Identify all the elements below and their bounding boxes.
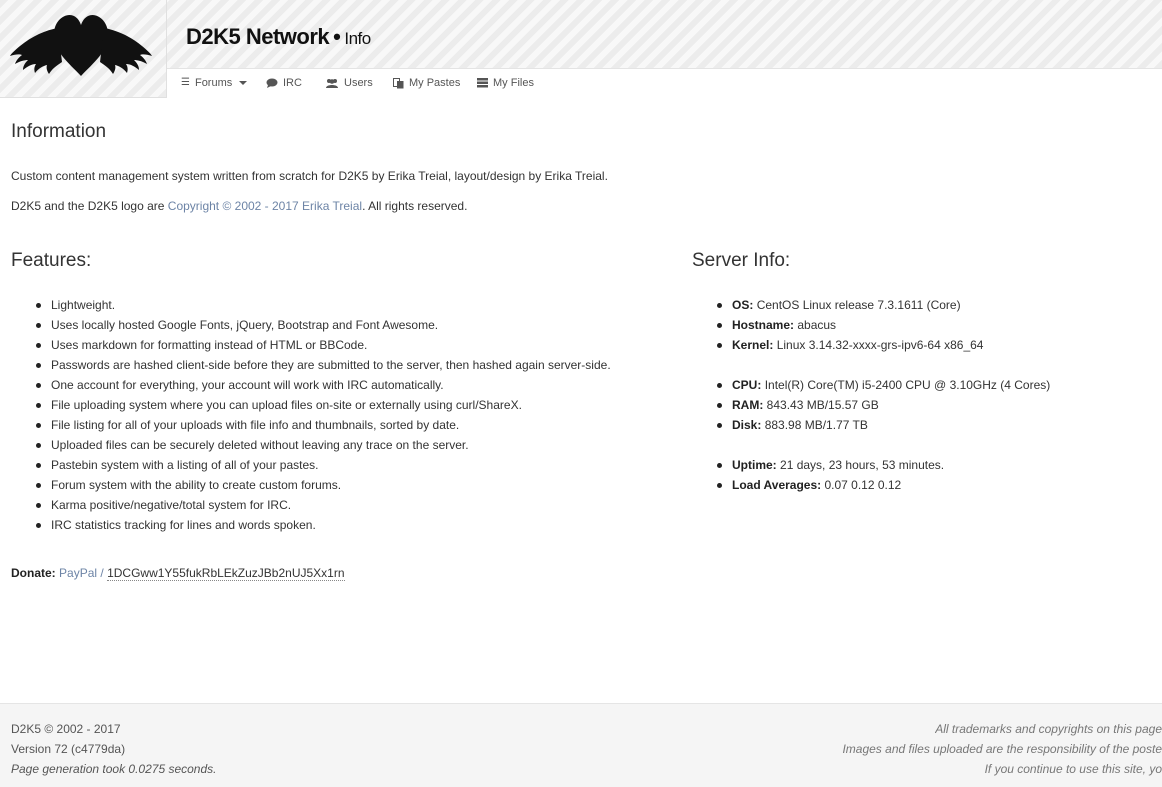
nav-files-label: My Files <box>493 77 534 89</box>
load-label: Load Averages: <box>732 478 822 492</box>
feature-item: Uses markdown for formatting instead of … <box>11 335 611 355</box>
load-value: 0.07 0.12 0.12 <box>824 478 902 492</box>
nav-irc-label: IRC <box>283 77 302 89</box>
server-uptime: Uptime: 21 days, 23 hours, 53 minutes. <box>692 455 1050 475</box>
disk-value: 883.98 MB/1.77 TB <box>764 418 868 432</box>
footer: D2K5 © 2002 - 2017 Version 72 (c4779da) … <box>0 703 1162 787</box>
os-value: CentOS Linux release 7.3.1611 (Core) <box>756 298 961 312</box>
ram-value: 843.43 MB/15.57 GB <box>766 398 879 412</box>
site-name: D2K5 Network <box>186 24 330 49</box>
nav-item-users[interactable]: Users <box>325 77 373 89</box>
server-cpu: CPU: Intel(R) Core(TM) i5-2400 CPU @ 3.1… <box>692 375 1050 395</box>
server-os: OS: CentOS Linux release 7.3.1611 (Core) <box>692 295 1050 315</box>
site-logo[interactable] <box>0 0 167 98</box>
disk-label: Disk: <box>732 418 762 432</box>
feature-item: IRC statistics tracking for lines and wo… <box>11 515 611 535</box>
footer-copyright: D2K5 © 2002 - 2017 <box>11 722 121 736</box>
server-info-title: Server Info: <box>692 250 791 271</box>
copyright-suffix: . All rights reserved. <box>362 199 468 213</box>
ram-label: RAM: <box>732 398 764 412</box>
donate-separator: / <box>100 566 104 580</box>
nav-item-files[interactable]: My Files <box>477 77 534 89</box>
donate-label: Donate: <box>11 566 56 580</box>
feature-item: File uploading system where you can uplo… <box>11 395 611 415</box>
features-title: Features: <box>11 250 92 271</box>
nav-forums-label: Forums <box>194 77 233 89</box>
feature-item: Passwords are hashed client-side before … <box>11 355 611 375</box>
copyright-prefix: D2K5 and the D2K5 logo are <box>11 199 168 213</box>
features-list: Lightweight. Uses locally hosted Google … <box>11 295 611 535</box>
nav-item-irc[interactable]: IRC <box>266 77 302 89</box>
paste-icon <box>393 77 404 88</box>
footer-trademark-notice: All trademarks and copyrights on this pa… <box>935 722 1162 736</box>
info-line-2: D2K5 and the D2K5 logo are Copyright © 2… <box>11 199 467 213</box>
caret-down-icon <box>239 81 248 85</box>
server-hostname: Hostname: abacus <box>692 315 1050 335</box>
kernel-label: Kernel: <box>732 338 774 352</box>
server-load: Load Averages: 0.07 0.12 0.12 <box>692 475 1050 495</box>
nav-users-label: Users <box>344 77 373 89</box>
footer-generation-time: Page generation took 0.0275 seconds. <box>11 762 217 776</box>
title-separator: • <box>333 24 341 49</box>
hostname-label: Hostname: <box>732 318 795 332</box>
feature-item: Pastebin system with a listing of all of… <box>11 455 611 475</box>
hostname-value: abacus <box>797 318 837 332</box>
footer-version: Version 72 (c4779da) <box>11 742 126 756</box>
footer-uploads-notice: Images and files uploaded are the respon… <box>842 742 1162 756</box>
winged-heart-logo-icon <box>10 14 152 76</box>
feature-item: Lightweight. <box>11 295 611 315</box>
cpu-label: CPU: <box>732 378 762 392</box>
nav-item-pastes[interactable]: My Pastes <box>393 77 460 89</box>
bars-icon: ☰ <box>181 77 190 88</box>
site-title: D2K5 Network • Info <box>186 24 371 50</box>
page-name: Info <box>344 29 371 48</box>
server-ram: RAM: 843.43 MB/15.57 GB <box>692 395 1050 415</box>
info-line-1: Custom content management system written… <box>11 169 608 183</box>
server-disk: Disk: 883.98 MB/1.77 TB <box>692 415 1050 435</box>
server-info-list: OS: CentOS Linux release 7.3.1611 (Core)… <box>692 295 1050 495</box>
feature-item: Forum system with the ability to create … <box>11 475 611 495</box>
feature-item: File listing for all of your uploads wit… <box>11 415 611 435</box>
feature-item: Uploaded files can be securely deleted w… <box>11 435 611 455</box>
feature-item: One account for everything, your account… <box>11 375 611 395</box>
uptime-label: Uptime: <box>732 458 777 472</box>
os-label: OS: <box>732 298 754 312</box>
cpu-value: Intel(R) Core(TM) i5-2400 CPU @ 3.10GHz … <box>764 378 1051 392</box>
uptime-value: 21 days, 23 hours, 53 minutes. <box>780 458 945 472</box>
bitcoin-address[interactable]: 1DCGww1Y55fukRbLEkZuzJBb2nUJ5Xx1rn <box>107 566 345 581</box>
server-icon <box>477 78 488 88</box>
footer-usage-notice: If you continue to use this site, yo <box>984 762 1162 776</box>
comments-icon <box>266 78 278 88</box>
copyright-link[interactable]: Copyright © 2002 - 2017 Erika Treial <box>168 199 362 213</box>
users-icon <box>326 79 338 88</box>
feature-item: Uses locally hosted Google Fonts, jQuery… <box>11 315 611 335</box>
page-title: Information <box>11 121 107 142</box>
nav-pastes-label: My Pastes <box>409 77 461 89</box>
feature-item: Karma positive/negative/total system for… <box>11 495 611 515</box>
nav-item-forums[interactable]: ☰ Forums <box>181 77 248 89</box>
paypal-link[interactable]: PayPal <box>59 566 97 580</box>
kernel-value: Linux 3.14.32-xxxx-grs-ipv6-64 x86_64 <box>776 338 984 352</box>
donate-line: Donate: PayPal / 1DCGww1Y55fukRbLEkZuzJB… <box>11 566 345 581</box>
header-banner <box>0 0 1162 68</box>
main-navbar: ☰ Forums IRC Users My Pastes My Files <box>167 68 1162 98</box>
server-kernel: Kernel: Linux 3.14.32-xxxx-grs-ipv6-64 x… <box>692 335 1050 355</box>
